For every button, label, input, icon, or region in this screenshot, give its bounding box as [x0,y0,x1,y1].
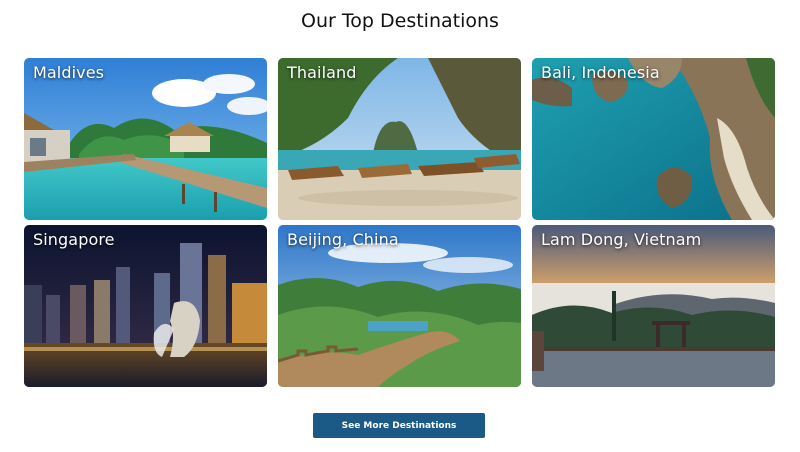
destination-name: Lam Dong, Vietnam [541,230,702,249]
destination-name: Thailand [287,63,357,82]
section-title: Our Top Destinations [301,10,499,32]
destination-card-beijing[interactable]: Beijing, China [278,225,521,387]
see-more-destinations-button[interactable]: See More Destinations [313,413,485,438]
destination-card-lam-dong[interactable]: Lam Dong, Vietnam [532,225,775,387]
bali-image [532,58,775,220]
destination-name: Singapore [33,230,115,249]
singapore-image [24,225,267,387]
beijing-image [278,225,521,387]
destination-card-bali[interactable]: Bali, Indonesia [532,58,775,220]
destination-name: Maldives [33,63,105,82]
destination-card-thailand[interactable]: Thailand [278,58,521,220]
lam-dong-image [532,225,775,387]
destination-card-maldives[interactable]: Maldives [24,58,267,220]
destination-name: Beijing, China [287,230,399,249]
maldives-image [24,58,267,220]
destination-card-singapore[interactable]: Singapore [24,225,267,387]
thailand-image [278,58,521,220]
destinations-grid: Maldives Thailand Bali, Indonesia Singap… [24,58,775,388]
destination-name: Bali, Indonesia [541,63,660,82]
